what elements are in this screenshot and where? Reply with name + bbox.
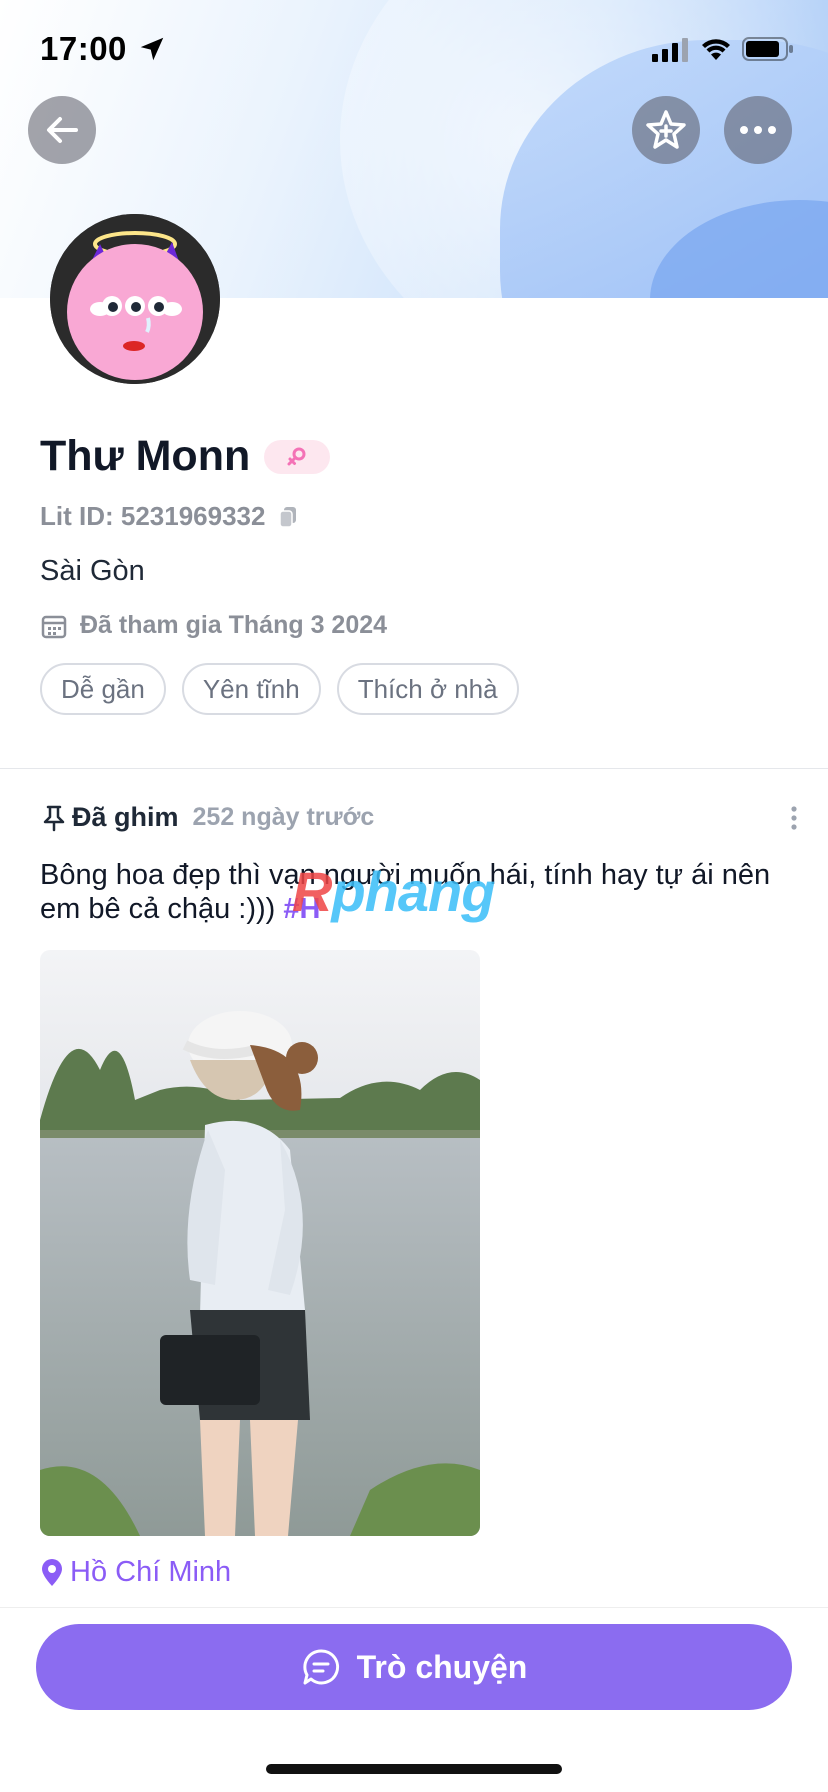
calendar-icon (41, 615, 67, 638)
post-time: 252 ngày trước (192, 803, 375, 831)
profile-city: Sài Gòn (40, 555, 145, 587)
favorite-button[interactable] (632, 96, 700, 164)
joined-date: Đã tham gia Tháng 3 2024 (80, 611, 388, 639)
fuzzy-monster-avatar-image (50, 214, 220, 384)
interest-tags: Dễ gần Yên tĩnh Thích ở nhà (40, 663, 519, 715)
tag-chip: Dễ gần (40, 663, 166, 715)
tag-chip: Yên tĩnh (181, 663, 321, 715)
home-indicator[interactable] (266, 1764, 562, 1774)
pin-icon (43, 805, 65, 831)
pinned-label: Đã ghim (72, 802, 179, 832)
profile-name: Thư Monn (40, 432, 251, 480)
status-time: 17:00 (40, 30, 127, 67)
watermark: Rphang (292, 860, 495, 923)
female-icon (287, 447, 306, 465)
cellular-signal-icon (652, 38, 688, 62)
arrow-left-icon (47, 117, 78, 143)
copy-icon[interactable] (277, 505, 299, 529)
gender-badge (264, 439, 331, 474)
more-options-button[interactable] (724, 96, 792, 164)
status-bar: 17:00 (0, 0, 828, 100)
pinned-post-header: Đã ghim 252 ngày trước (40, 802, 374, 833)
location-arrow-icon (140, 37, 164, 61)
lakeside-portrait-photo (40, 950, 480, 1536)
lit-id: Lit ID: 5231969332 (40, 501, 266, 531)
map-pin-icon (42, 1558, 62, 1586)
bottom-divider (0, 1607, 828, 1608)
vertical-ellipsis-icon[interactable] (788, 804, 800, 832)
wifi-icon (702, 39, 730, 60)
star-add-icon (646, 110, 686, 149)
post-photo[interactable] (40, 950, 480, 1536)
back-button[interactable] (28, 96, 96, 164)
post-location[interactable]: Hồ Chí Minh (40, 1556, 231, 1589)
location-label: Hồ Chí Minh (70, 1556, 232, 1588)
avatar[interactable] (50, 214, 220, 384)
chat-bubble-icon (303, 1649, 339, 1685)
chat-button[interactable]: Trò chuyện (36, 1624, 792, 1710)
section-divider (0, 768, 828, 769)
ellipsis-icon (740, 126, 776, 134)
battery-icon (742, 37, 793, 61)
tag-chip: Thích ở nhà (336, 663, 519, 715)
chat-button-label: Trò chuyện (356, 1648, 528, 1685)
